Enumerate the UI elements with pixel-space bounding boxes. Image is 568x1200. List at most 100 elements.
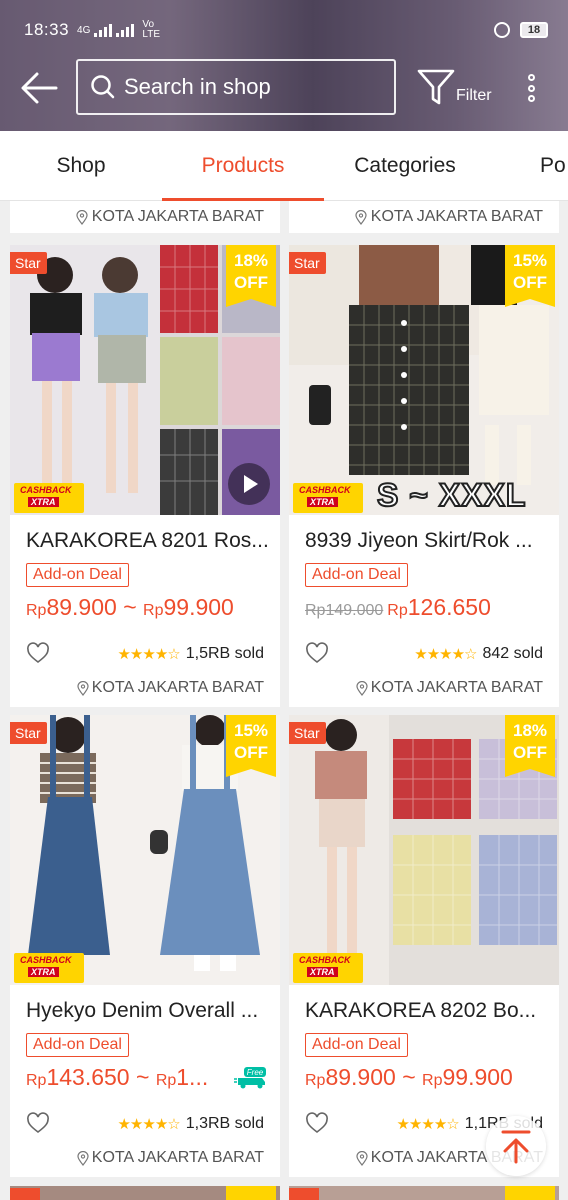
- price-min: 89.900: [46, 594, 117, 620]
- location-label: KOTA JAKARTA BARAT: [10, 201, 280, 233]
- rating-stars: ★★★★☆: [414, 646, 477, 663]
- location-pin-icon: [77, 1150, 89, 1166]
- discount-badge: 15% OFF: [505, 245, 555, 307]
- discount-badge: 18% OFF: [505, 715, 555, 777]
- location-pin-icon: [355, 209, 367, 225]
- add-on-deal-tag: Add-on Deal: [305, 1033, 408, 1057]
- location-pin-icon: [77, 680, 89, 696]
- cashback-xtra-badge: CASHBACK XTRA: [14, 483, 84, 513]
- location-label: KOTA JAKARTA BARAT: [356, 679, 543, 697]
- sold-count: 1,3RB sold: [185, 1115, 264, 1132]
- discount-badge: 18% OFF: [226, 245, 276, 307]
- discount-off: OFF: [234, 743, 268, 762]
- carrier-label: Vo LTE: [142, 19, 160, 40]
- scroll-to-top-icon: [501, 1130, 531, 1164]
- star-seller-badge: [10, 1188, 40, 1200]
- tab-shop[interactable]: Shop: [0, 131, 162, 201]
- product-price: Rp89.900 ~ Rp99.900: [305, 1064, 513, 1091]
- rating-stars: ★★★★☆: [117, 1116, 180, 1133]
- add-on-deal-tag: Add-on Deal: [26, 1033, 129, 1057]
- product-card[interactable]: Star 15% OFF CASHBACK XTRA S ~ XXXL 8939 J…: [289, 245, 559, 707]
- product-card[interactable]: Star 18% OFF CASHBACK XTRA KARAKOREA 8201 …: [10, 245, 280, 707]
- play-icon[interactable]: [228, 463, 270, 505]
- discount-off: OFF: [513, 743, 547, 762]
- shop-header: 18:33 4G Vo LTE 18 Search in shop Filter: [0, 0, 568, 131]
- product-card-peek[interactable]: [10, 1186, 280, 1200]
- currency: Rp: [305, 1072, 326, 1089]
- search-icon: [91, 75, 115, 99]
- star-seller-badge: Star: [10, 722, 47, 744]
- tab-label: Categories: [354, 154, 456, 177]
- product-card-peek[interactable]: [289, 1186, 559, 1200]
- discount-percent: 18%: [233, 251, 269, 270]
- back-arrow-icon: [21, 72, 58, 104]
- xtra-text: XTRA: [307, 497, 338, 507]
- product-image[interactable]: Star 15% OFF CASHBACK XTRA: [10, 715, 280, 985]
- filter-icon: [417, 69, 455, 105]
- rating-stars: ★★★★☆: [117, 646, 180, 663]
- location-label: KOTA JAKARTA BARAT: [77, 1149, 264, 1167]
- heart-icon[interactable]: [305, 642, 329, 664]
- product-image[interactable]: Star 18% OFF CASHBACK XTRA: [289, 715, 559, 985]
- price-separator: ~: [135, 1064, 150, 1090]
- status-time: 18:33: [24, 20, 70, 39]
- back-button[interactable]: [20, 70, 58, 106]
- discount-percent: 18%: [512, 721, 548, 740]
- filter-button[interactable]: Filter: [416, 68, 496, 108]
- tab-categories[interactable]: Categories: [324, 131, 486, 201]
- currency: Rp: [143, 602, 164, 619]
- star-seller-badge: Star: [289, 252, 326, 274]
- product-card[interactable]: Star 18% OFF CASHBACK XTRA KARAKOREA 8202 …: [289, 715, 559, 1177]
- star-seller-badge: [289, 1188, 319, 1200]
- cashback-text: CASHBACK: [20, 485, 72, 495]
- product-title: KARAKOREA 8201 Ros...: [26, 529, 269, 552]
- tab-posts[interactable]: Po: [540, 131, 568, 201]
- discount-off: OFF: [513, 273, 547, 292]
- price-max: 99.900: [163, 594, 234, 620]
- location-text: KOTA JAKARTA BARAT: [91, 208, 264, 225]
- heart-icon[interactable]: [26, 1112, 50, 1134]
- discount-badge: [505, 1186, 555, 1200]
- rating-sold: ★★★★☆ 842 sold: [414, 645, 543, 663]
- price-separator: ~: [402, 1064, 416, 1090]
- tab-label: Products: [201, 154, 285, 177]
- cashback-text: CASHBACK: [299, 485, 351, 495]
- tab-label: Shop: [56, 154, 106, 177]
- price-max: 1...: [176, 1064, 209, 1090]
- heart-icon[interactable]: [26, 642, 50, 664]
- location-text: KOTA JAKARTA BARAT: [370, 208, 543, 225]
- product-card[interactable]: Star 15% OFF CASHBACK XTRA Hyekyo Denim Ov…: [10, 715, 280, 1177]
- tab-products[interactable]: Products: [162, 131, 324, 201]
- cashback-xtra-badge: CASHBACK XTRA: [293, 483, 363, 513]
- rating-sold: ★★★★☆ 1,5RB sold: [117, 645, 264, 663]
- location-label: KOTA JAKARTA BARAT: [289, 201, 559, 233]
- xtra-text: XTRA: [28, 497, 59, 507]
- currency: Rp: [26, 1072, 47, 1089]
- cashback-text: CASHBACK: [299, 955, 351, 965]
- add-on-deal-tag: Add-on Deal: [26, 563, 129, 587]
- product-price: Rp89.900 ~ Rp99.900: [26, 594, 234, 621]
- location-label: KOTA JAKARTA BARAT: [77, 679, 264, 697]
- product-image[interactable]: Star 18% OFF CASHBACK XTRA: [10, 245, 280, 515]
- star-seller-badge: Star: [10, 252, 47, 274]
- more-vertical-icon[interactable]: [524, 70, 538, 106]
- scroll-to-top-button[interactable]: [486, 1116, 546, 1176]
- search-input[interactable]: Search in shop: [76, 59, 396, 115]
- filter-label: Filter: [456, 87, 492, 104]
- add-on-deal-tag: Add-on Deal: [305, 563, 408, 587]
- location-text: KOTA JAKARTA BARAT: [370, 679, 543, 696]
- product-image[interactable]: Star 15% OFF CASHBACK XTRA S ~ XXXL: [289, 245, 559, 515]
- rating-sold: ★★★★☆ 1,3RB sold: [117, 1115, 264, 1133]
- heart-icon[interactable]: [305, 1112, 329, 1134]
- search-placeholder: Search in shop: [124, 74, 271, 99]
- discount-badge: 15% OFF: [226, 715, 276, 777]
- discount-badge: [226, 1186, 276, 1200]
- currency: Rp: [387, 602, 408, 619]
- battery-icon: 18: [520, 22, 548, 38]
- location-text: KOTA JAKARTA BARAT: [91, 679, 264, 696]
- free-shipping-label: Free: [247, 1068, 264, 1077]
- shop-products-screen: 18:33 4G Vo LTE 18 Search in shop Filter…: [0, 0, 568, 1200]
- product-price: Rp143.650 ~ Rp1...: [26, 1064, 208, 1091]
- sold-count: 1,5RB sold: [185, 645, 264, 662]
- network-type: 4G: [77, 24, 91, 36]
